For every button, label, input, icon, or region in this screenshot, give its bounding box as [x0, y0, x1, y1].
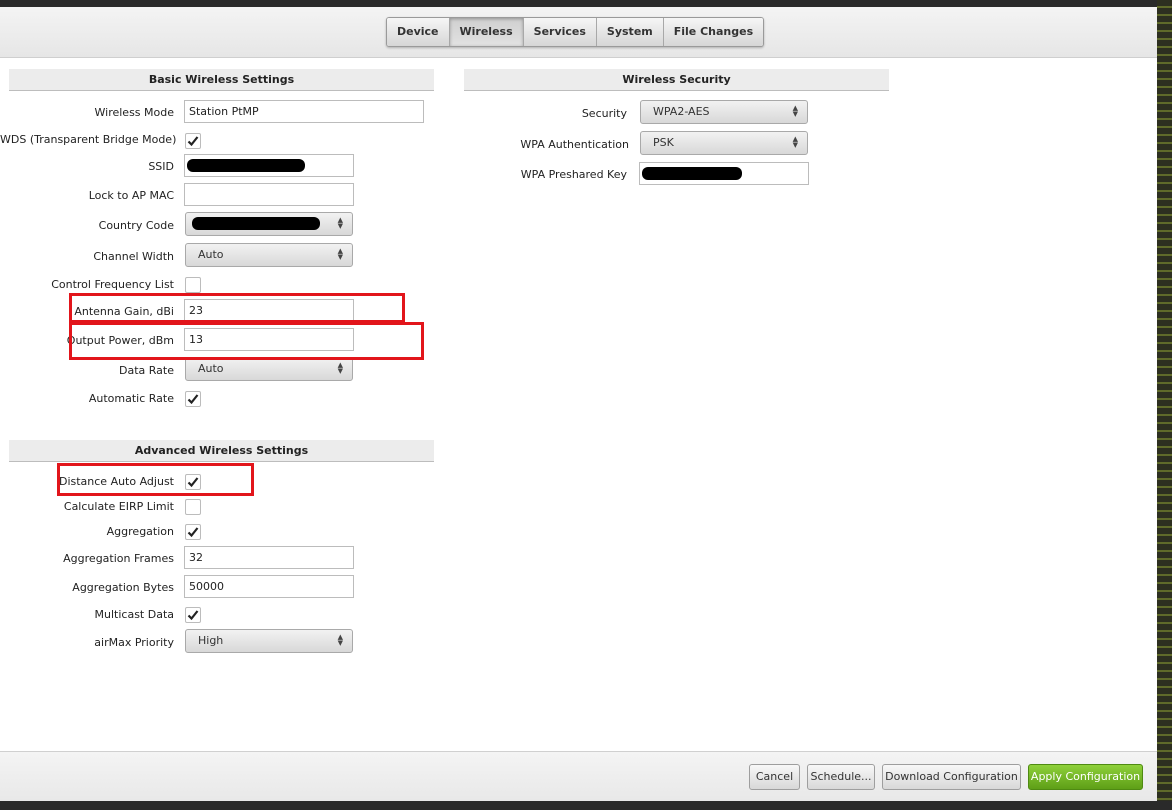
aggregation-frames-input[interactable] [184, 546, 354, 569]
select-arrows-icon: ▲ ▼ [337, 247, 343, 261]
window-bottom-edge [0, 801, 1172, 810]
security-select[interactable]: WPA2-AES ▲ ▼ [640, 100, 808, 124]
tab-bar: Device Wireless Services System File Cha… [386, 17, 765, 47]
output-power-highlight-box [69, 322, 424, 360]
checkmark-icon [187, 136, 199, 147]
data-rate-label: Data Rate [119, 364, 174, 377]
lock-ap-mac-input[interactable] [184, 183, 354, 206]
redaction-mark [642, 167, 742, 180]
security-label: Security [581, 107, 627, 120]
select-arrows-icon: ▲ ▼ [792, 104, 798, 118]
background-window-edge [1157, 0, 1172, 810]
tab-file-changes[interactable]: File Changes [663, 18, 764, 46]
advanced-wireless-settings-header: Advanced Wireless Settings [9, 440, 434, 462]
control-frequency-list-label: Control Frequency List [51, 278, 174, 291]
airmax-priority-value: High [198, 634, 224, 647]
redaction-mark [187, 159, 305, 172]
control-frequency-list-checkbox[interactable] [185, 277, 201, 293]
aggregation-label: Aggregation [106, 525, 174, 538]
window-top-edge [0, 0, 1172, 7]
wireless-security-header: Wireless Security [464, 69, 889, 91]
select-arrows-icon: ▲ ▼ [337, 216, 343, 230]
channel-width-label: Channel Width [93, 250, 174, 263]
ssid-label: SSID [148, 160, 174, 173]
checkmark-icon [187, 610, 199, 621]
tab-wireless[interactable]: Wireless [449, 18, 524, 46]
aggregation-frames-label: Aggregation Frames [63, 552, 174, 565]
aggregation-bytes-label: Aggregation Bytes [72, 581, 174, 594]
wpa-authentication-value: PSK [653, 136, 674, 149]
tab-services[interactable]: Services [523, 18, 597, 46]
lock-ap-mac-label: Lock to AP MAC [88, 189, 174, 202]
data-rate-value: Auto [198, 362, 224, 375]
wds-checkbox[interactable] [185, 133, 201, 149]
redaction-mark [192, 217, 320, 230]
select-arrows-icon: ▲ ▼ [792, 135, 798, 149]
automatic-rate-label: Automatic Rate [88, 392, 174, 405]
calculate-eirp-limit-checkbox[interactable] [185, 499, 201, 515]
wireless-mode-label: Wireless Mode [94, 106, 175, 119]
wireless-mode-field[interactable] [184, 100, 424, 123]
apply-configuration-button[interactable]: Apply Configuration [1028, 764, 1143, 790]
download-configuration-button[interactable]: Download Configuration [882, 764, 1021, 790]
country-code-label: Country Code [98, 219, 174, 232]
channel-width-select[interactable]: Auto ▲ ▼ [185, 243, 353, 267]
tab-system[interactable]: System [596, 18, 664, 46]
tab-header: Device Wireless Services System File Cha… [0, 7, 1157, 58]
security-value: WPA2-AES [653, 105, 710, 118]
config-page: Device Wireless Services System File Cha… [0, 7, 1157, 802]
distance-auto-adjust-highlight-box [57, 463, 254, 496]
tab-device[interactable]: Device [387, 18, 450, 46]
basic-wireless-settings-header: Basic Wireless Settings [9, 69, 434, 91]
select-arrows-icon: ▲ ▼ [337, 633, 343, 647]
select-arrows-icon: ▲ ▼ [337, 361, 343, 375]
antenna-gain-highlight-box [69, 293, 405, 323]
calculate-eirp-limit-label: Calculate EIRP Limit [63, 500, 174, 513]
wpa-authentication-label: WPA Authentication [520, 138, 629, 151]
checkmark-icon [187, 394, 199, 405]
multicast-data-label: Multicast Data [94, 608, 174, 621]
wpa-preshared-key-label: WPA Preshared Key [520, 168, 627, 181]
aggregation-bytes-input[interactable] [184, 575, 354, 598]
airmax-priority-select[interactable]: High ▲ ▼ [185, 629, 353, 653]
airmax-priority-label: airMax Priority [94, 636, 174, 649]
automatic-rate-checkbox[interactable] [185, 391, 201, 407]
multicast-data-checkbox[interactable] [185, 607, 201, 623]
footer-bar: Cancel Schedule... Download Configuratio… [0, 751, 1157, 802]
channel-width-value: Auto [198, 248, 224, 261]
data-rate-select[interactable]: Auto ▲ ▼ [185, 357, 353, 381]
cancel-button[interactable]: Cancel [749, 764, 800, 790]
wds-label: WDS (Transparent Bridge Mode) [0, 133, 177, 146]
wpa-authentication-select[interactable]: PSK ▲ ▼ [640, 131, 808, 155]
aggregation-checkbox[interactable] [185, 524, 201, 540]
checkmark-icon [187, 527, 199, 538]
schedule-button[interactable]: Schedule... [807, 764, 875, 790]
